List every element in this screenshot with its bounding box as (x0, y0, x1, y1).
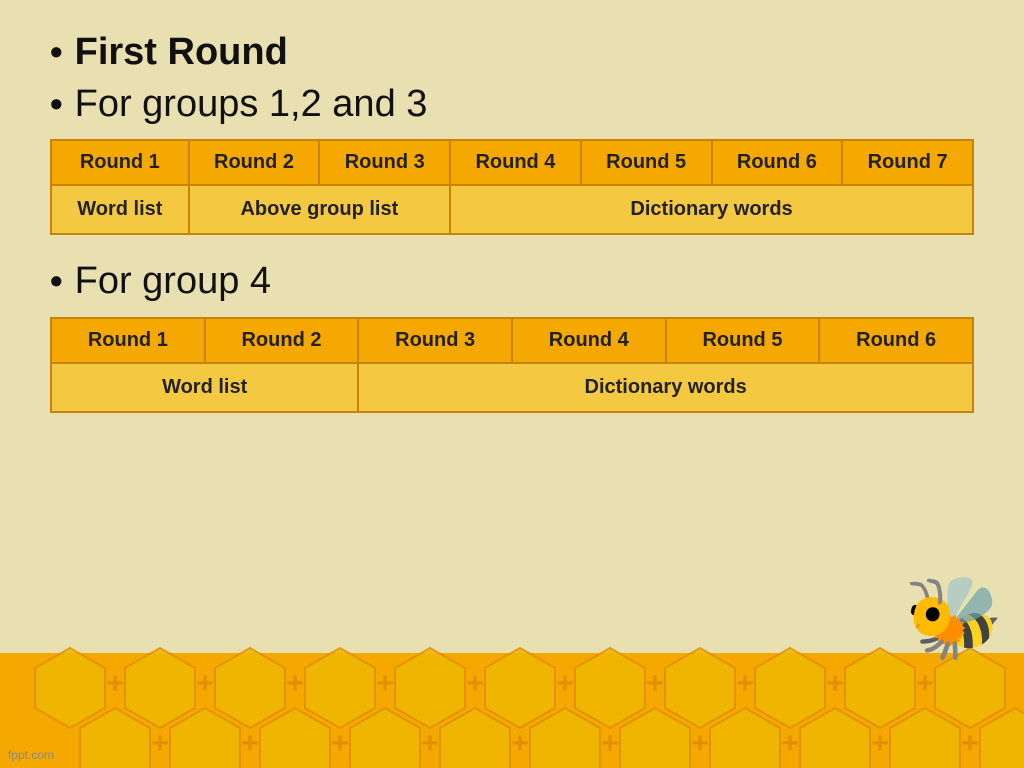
svg-text:+: + (691, 727, 709, 760)
table1-col2-header: Round 2 (189, 140, 320, 185)
svg-text:+: + (781, 727, 799, 760)
bullet-group4: • For group 4 (50, 259, 974, 305)
main-content: • First Round • For groups 1,2 and 3 Rou… (0, 0, 1024, 457)
svg-text:+: + (646, 667, 664, 700)
table2-col2-header: Round 2 (205, 318, 359, 363)
table2-col1-header: Round 1 (51, 318, 205, 363)
bullet-symbol-3: • (50, 259, 63, 302)
table1: Round 1 Round 2 Round 3 Round 4 Round 5 … (50, 139, 974, 235)
table2-col5-header: Round 5 (666, 318, 820, 363)
svg-text:+: + (286, 667, 304, 700)
svg-text:+: + (241, 727, 259, 760)
svg-text:+: + (331, 727, 349, 760)
svg-text:+: + (151, 727, 169, 760)
table1-above-group-cell: Above group list (189, 185, 450, 234)
table2-data-row: Word list Dictionary words (51, 363, 973, 412)
table1-col1-header: Round 1 (51, 140, 189, 185)
svg-text:+: + (736, 667, 754, 700)
groups-123-label: For groups 1,2 and 3 (75, 82, 428, 128)
table1-data-row: Word list Above group list Dictionary wo… (51, 185, 973, 234)
table2-col3-header: Round 3 (358, 318, 512, 363)
table2-header-row: Round 1 Round 2 Round 3 Round 4 Round 5 … (51, 318, 973, 363)
table2: Round 1 Round 2 Round 3 Round 4 Round 5 … (50, 317, 974, 413)
table1-wrapper: Round 1 Round 2 Round 3 Round 4 Round 5 … (50, 139, 974, 235)
honeycomb-decoration: + + + + + + + + + + + + + + + + + + + + (0, 623, 1024, 768)
table1-col4-header: Round 4 (450, 140, 581, 185)
table2-dictionary-cell: Dictionary words (358, 363, 973, 412)
table1-wordlist-cell: Word list (51, 185, 189, 234)
svg-text:+: + (826, 667, 844, 700)
table1-dictionary-cell: Dictionary words (450, 185, 973, 234)
first-round-label: First Round (75, 30, 288, 76)
footer-label: fppt.com (8, 748, 54, 762)
table1-header-row: Round 1 Round 2 Round 3 Round 4 Round 5 … (51, 140, 973, 185)
table1-col7-header: Round 7 (842, 140, 973, 185)
bee-decoration: 🐝 (904, 578, 1004, 658)
svg-text:+: + (871, 727, 889, 760)
svg-text:+: + (961, 727, 979, 760)
svg-text:+: + (556, 667, 574, 700)
svg-text:+: + (421, 727, 439, 760)
svg-text:+: + (196, 667, 214, 700)
table2-col6-header: Round 6 (819, 318, 973, 363)
svg-text:+: + (466, 667, 484, 700)
svg-text:+: + (601, 727, 619, 760)
bullet-first-round: • First Round (50, 30, 974, 76)
svg-text:+: + (916, 667, 934, 700)
group4-label: For group 4 (75, 259, 271, 305)
svg-text:+: + (376, 667, 394, 700)
table1-col6-header: Round 6 (712, 140, 843, 185)
table2-wrapper: Round 1 Round 2 Round 3 Round 4 Round 5 … (50, 317, 974, 413)
table2-col4-header: Round 4 (512, 318, 666, 363)
svg-text:+: + (511, 727, 529, 760)
svg-text:+: + (106, 667, 124, 700)
bullet-symbol-1: • (50, 30, 63, 73)
honeycomb-svg: + + + + + + + + + + + + + + + + + + + + (0, 623, 1024, 768)
table1-col5-header: Round 5 (581, 140, 712, 185)
bullet-groups-123: • For groups 1,2 and 3 (50, 82, 974, 128)
table1-col3-header: Round 3 (319, 140, 450, 185)
bullet-symbol-2: • (50, 82, 63, 125)
table2-wordlist-cell: Word list (51, 363, 358, 412)
